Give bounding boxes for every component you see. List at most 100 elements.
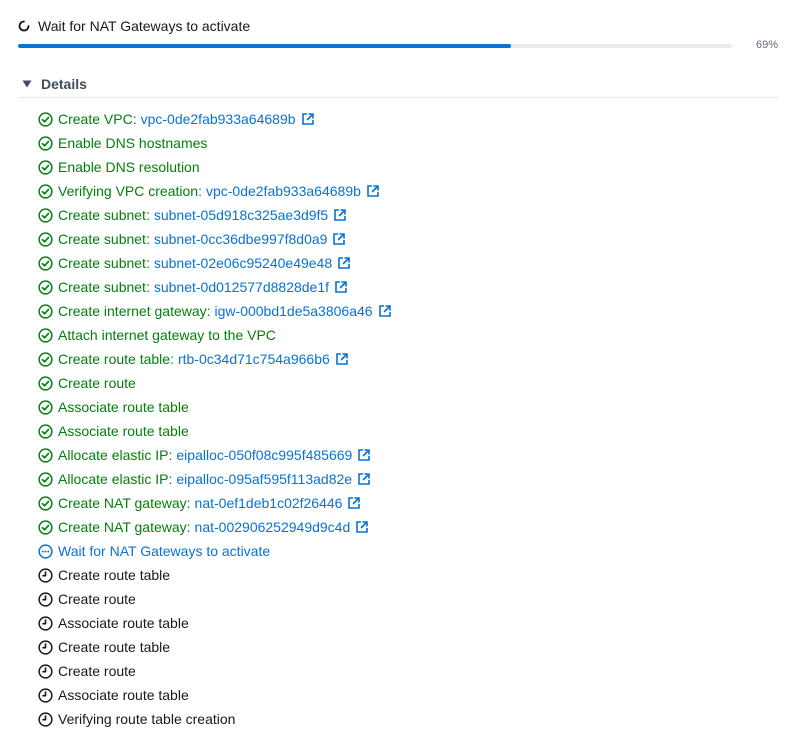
step-item: Associate route table	[38, 419, 392, 443]
status-success-icon	[38, 135, 53, 151]
status-success-icon	[38, 159, 53, 175]
step-label: Create route	[58, 591, 136, 607]
step-item: Create NAT gateway: nat-0ef1deb1c02f26446	[38, 491, 392, 515]
status-success-icon	[38, 231, 53, 247]
status-success-icon	[38, 327, 53, 343]
step-label: Enable DNS hostnames	[58, 135, 208, 151]
step-label: Attach internet gateway to the VPC	[58, 327, 276, 343]
status-pending-icon	[38, 663, 53, 679]
step-label: Associate route table	[58, 615, 189, 631]
external-link-icon[interactable]	[301, 112, 315, 126]
step-label: Create subnet:	[58, 231, 150, 247]
step-label: Wait for NAT Gateways to activate	[58, 543, 271, 559]
step-item: Attach internet gateway to the VPC	[38, 323, 392, 347]
status-pending-icon	[38, 567, 53, 583]
step-item: Associate route table	[38, 611, 392, 635]
step-item: Create route table: rtb-0c34d71c754a966b6	[38, 347, 392, 371]
resource-link[interactable]: rtb-0c34d71c754a966b6	[178, 351, 330, 367]
status-success-icon	[38, 375, 53, 391]
resource-link[interactable]: vpc-0de2fab933a64689b	[141, 111, 296, 127]
resource-link[interactable]: subnet-05d918c325ae3d9f5	[154, 207, 328, 223]
external-link-icon[interactable]	[332, 232, 346, 246]
status-success-icon	[38, 471, 53, 487]
status-success-icon	[38, 255, 53, 271]
step-item: Create route	[38, 659, 392, 683]
progress-bar	[18, 44, 732, 48]
step-label: Create route table	[58, 639, 171, 655]
step-item: Associate route table	[38, 683, 392, 707]
status-pending-icon	[38, 711, 53, 727]
step-label: Create route	[58, 663, 136, 679]
external-link-icon[interactable]	[357, 472, 371, 486]
external-link-icon[interactable]	[334, 280, 348, 294]
status-success-icon	[38, 447, 53, 463]
resource-link[interactable]: subnet-0d012577d8828de1f	[154, 279, 329, 295]
resource-link[interactable]: eipalloc-095af595f113ad82e	[176, 471, 352, 487]
status-in-progress-icon	[38, 543, 53, 559]
step-item: Create subnet: subnet-05d918c325ae3d9f5	[38, 203, 392, 227]
status-success-icon	[38, 399, 53, 415]
caret-down-icon	[22, 80, 32, 88]
step-label: Verifying VPC creation:	[58, 183, 202, 199]
external-link-icon[interactable]	[366, 184, 380, 198]
step-item: Allocate elastic IP: eipalloc-050f08c995f…	[38, 443, 392, 467]
step-item: Enable DNS hostnames	[38, 131, 392, 155]
details-toggle[interactable]: Details	[22, 76, 87, 92]
resource-link[interactable]: subnet-0cc36dbe997f8d0a9	[154, 231, 328, 247]
step-label: Allocate elastic IP:	[58, 471, 173, 487]
resource-link[interactable]: nat-002906252949d9c4d	[195, 519, 351, 535]
resource-link[interactable]: subnet-02e06c95240e49e48	[154, 255, 332, 271]
step-item: Associate route table	[38, 395, 392, 419]
step-item: Create route table	[38, 635, 392, 659]
step-label: Enable DNS resolution	[58, 159, 200, 175]
status-success-icon	[38, 111, 53, 127]
status-success-icon	[38, 207, 53, 223]
step-label: Create subnet:	[58, 279, 150, 295]
resource-link[interactable]: nat-0ef1deb1c02f26446	[195, 495, 343, 511]
status-success-icon	[38, 303, 53, 319]
step-item: Create internet gateway: igw-000bd1de5a38…	[38, 299, 392, 323]
status-success-icon	[38, 183, 53, 199]
external-link-icon[interactable]	[337, 256, 351, 270]
step-label: Create VPC:	[58, 111, 137, 127]
status-pending-icon	[38, 615, 53, 631]
status-header: Wait for NAT Gateways to activate	[18, 16, 250, 36]
step-label: Create NAT gateway:	[58, 519, 191, 535]
step-item: Allocate elastic IP: eipalloc-095af595f11…	[38, 467, 392, 491]
step-label: Associate route table	[58, 687, 189, 703]
external-link-icon[interactable]	[357, 448, 371, 462]
status-title: Wait for NAT Gateways to activate	[38, 18, 251, 34]
step-label: Associate route table	[58, 399, 189, 415]
status-success-icon	[38, 423, 53, 439]
resource-link[interactable]: igw-000bd1de5a3806a46	[215, 303, 373, 319]
external-link-icon[interactable]	[378, 304, 392, 318]
status-pending-icon	[38, 639, 53, 655]
step-label: Create subnet:	[58, 255, 150, 271]
external-link-icon[interactable]	[347, 496, 361, 510]
step-item: Enable DNS resolution	[38, 155, 392, 179]
step-item: Create subnet: subnet-0cc36dbe997f8d0a9	[38, 227, 392, 251]
status-pending-icon	[38, 591, 53, 607]
status-success-icon	[38, 519, 53, 535]
step-item: Create VPC: vpc-0de2fab933a64689b	[38, 107, 392, 131]
status-success-icon	[38, 495, 53, 511]
resource-link[interactable]: eipalloc-050f08c995f485669	[176, 447, 352, 463]
status-success-icon	[38, 279, 53, 295]
step-item: Create route	[38, 371, 392, 395]
step-item: Verifying route table creation	[38, 707, 392, 731]
external-link-icon[interactable]	[355, 520, 369, 534]
resource-link[interactable]: vpc-0de2fab933a64689b	[206, 183, 361, 199]
external-link-icon[interactable]	[333, 208, 347, 222]
step-label: Create route	[58, 375, 136, 391]
external-link-icon[interactable]	[335, 352, 349, 366]
progress-percent: 69%	[755, 39, 778, 51]
divider	[18, 97, 778, 98]
step-item: Create NAT gateway: nat-002906252949d9c4d	[38, 515, 392, 539]
step-list: Create VPC: vpc-0de2fab933a64689b Enable D…	[38, 107, 392, 731]
step-item: Create route table	[38, 563, 392, 587]
status-pending-icon	[38, 687, 53, 703]
progress-bar-fill	[18, 44, 511, 48]
step-label: Create internet gateway:	[58, 303, 211, 319]
step-label: Create NAT gateway:	[58, 495, 191, 511]
step-item: Create route	[38, 587, 392, 611]
